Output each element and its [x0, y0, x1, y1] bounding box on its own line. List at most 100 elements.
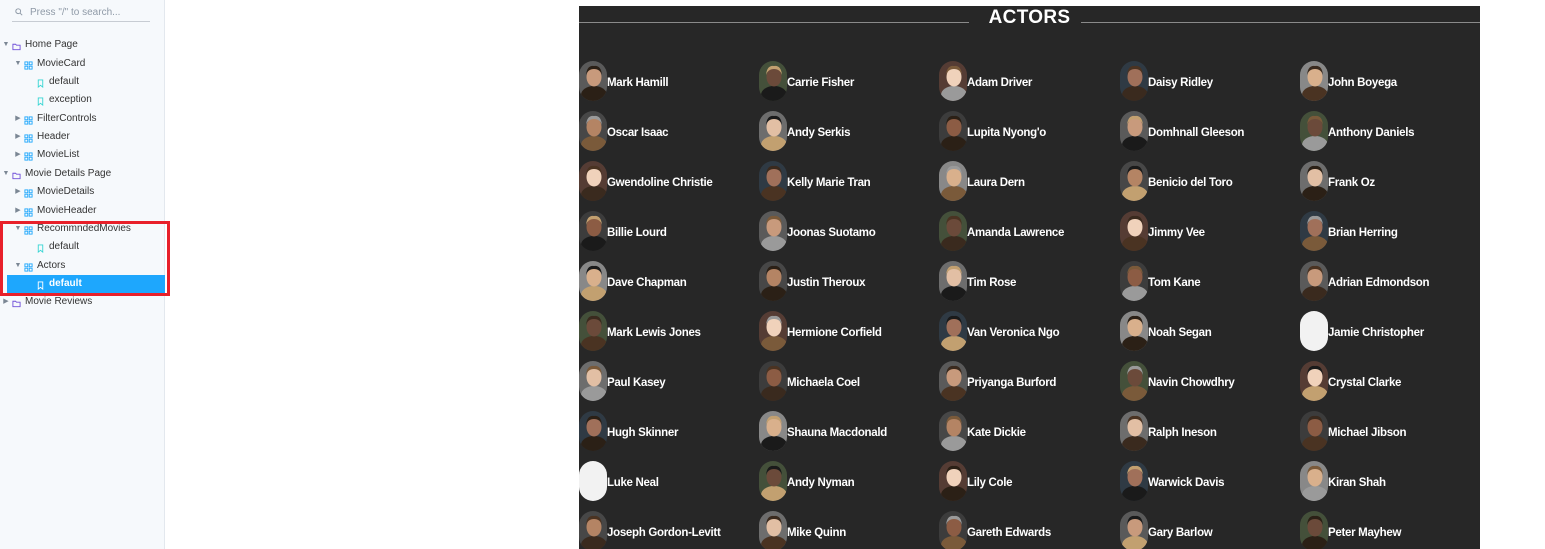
actor-name: Hermione Corfield: [787, 327, 882, 339]
sidebar-item-label: Movie Reviews: [25, 296, 93, 307]
actor-card[interactable]: Dave Chapman: [579, 261, 757, 301]
actor-card[interactable]: Mike Quinn: [759, 511, 937, 549]
actor-card[interactable]: Warwick Davis: [1120, 461, 1298, 501]
actor-card[interactable]: Paul Kasey: [579, 361, 757, 401]
actor-card[interactable]: Carrie Fisher: [759, 61, 937, 101]
chevron-right-icon[interactable]: ▶: [14, 183, 22, 201]
chevron-right-icon[interactable]: ▶: [14, 146, 22, 164]
actor-card[interactable]: Joseph Gordon-Levitt: [579, 511, 757, 549]
actor-card[interactable]: Kiran Shah: [1300, 461, 1478, 501]
actor-card[interactable]: Tom Kane: [1120, 261, 1298, 301]
chevron-down-icon[interactable]: ▼: [14, 257, 22, 275]
actor-card[interactable]: Mark Lewis Jones: [579, 311, 757, 351]
bookmark-icon: [36, 242, 45, 254]
sidebar-item-component[interactable]: ▼ RecommndedMovies: [0, 220, 165, 238]
sidebar-item-component[interactable]: ▼ MovieCard: [0, 55, 165, 73]
actor-card[interactable]: Michael Jibson: [1300, 411, 1478, 451]
actor-card[interactable]: Mark Hamill: [579, 61, 757, 101]
sidebar-item-component[interactable]: ▼ Actors: [0, 257, 165, 275]
actors-panel: ACTORS Mark Hamill Carrie Fisher Adam Driv…: [579, 6, 1480, 549]
actor-card[interactable]: Andy Serkis: [759, 111, 937, 151]
actor-card[interactable]: Ralph Ineson: [1120, 411, 1298, 451]
component-icon: [24, 59, 33, 70]
actor-name: Kate Dickie: [967, 427, 1026, 439]
actor-card[interactable]: Domhnall Gleeson: [1120, 111, 1298, 151]
actor-photo: [1300, 511, 1328, 549]
search-input[interactable]: [30, 5, 146, 20]
chevron-down-icon[interactable]: ▼: [2, 165, 10, 183]
actor-card[interactable]: Jimmy Vee: [1120, 211, 1298, 251]
actor-card[interactable]: Crystal Clarke: [1300, 361, 1478, 401]
chevron-down-icon[interactable]: ▼: [2, 36, 10, 54]
actor-card[interactable]: John Boyega: [1300, 61, 1478, 101]
sidebar-item-story[interactable]: default: [0, 238, 165, 256]
actor-card[interactable]: Benicio del Toro: [1120, 161, 1298, 201]
actor-card[interactable]: Anthony Daniels: [1300, 111, 1478, 151]
sidebar-item-story[interactable]: default: [0, 73, 165, 91]
actor-card[interactable]: Adam Driver: [939, 61, 1117, 101]
actor-card[interactable]: Joonas Suotamo: [759, 211, 937, 251]
actor-photo: [1300, 261, 1328, 301]
actor-card[interactable]: Priyanga Burford: [939, 361, 1117, 401]
actor-card[interactable]: Amanda Lawrence: [939, 211, 1117, 251]
component-icon: [24, 150, 33, 161]
sidebar-item-component[interactable]: ▶ Header: [0, 128, 165, 146]
actor-card[interactable]: Gwendoline Christie: [579, 161, 757, 201]
chevron-right-icon[interactable]: ▶: [14, 128, 22, 146]
actor-name: Amanda Lawrence: [967, 227, 1065, 239]
actor-card[interactable]: Peter Mayhew: [1300, 511, 1478, 549]
sidebar-item-component[interactable]: ▶ MovieHeader: [0, 202, 165, 220]
actor-card[interactable]: Kate Dickie: [939, 411, 1117, 451]
actor-photo: [939, 161, 967, 201]
chevron-right-icon[interactable]: ▶: [14, 202, 22, 220]
sidebar-item-component[interactable]: ▶ MovieDetails: [0, 183, 165, 201]
actor-card[interactable]: Billie Lourd: [579, 211, 757, 251]
actor-card[interactable]: Lupita Nyong'o: [939, 111, 1117, 151]
sidebar-item-component[interactable]: ▶ MovieList: [0, 146, 165, 164]
actor-card[interactable]: Oscar Isaac: [579, 111, 757, 151]
actor-card[interactable]: Hermione Corfield: [759, 311, 937, 351]
sidebar-item-folder[interactable]: ▼ Movie Details Page: [0, 165, 165, 183]
actor-name: Mark Hamill: [607, 77, 669, 89]
sidebar-item-story[interactable]: default: [7, 275, 165, 293]
sidebar-item-component[interactable]: ▶ FilterControls: [0, 110, 165, 128]
search-box: [12, 5, 150, 22]
bookmark-icon: [36, 77, 45, 89]
chevron-right-icon[interactable]: ▶: [14, 110, 22, 128]
actor-name: Gareth Edwards: [967, 527, 1051, 539]
actor-card[interactable]: Adrian Edmondson: [1300, 261, 1478, 301]
actor-card[interactable]: Jamie Christopher: [1300, 311, 1478, 351]
actor-name: Navin Chowdhry: [1148, 377, 1235, 389]
chevron-down-icon[interactable]: ▼: [14, 55, 22, 73]
sidebar-item-label: MovieList: [37, 149, 80, 160]
sidebar-item-story[interactable]: exception: [0, 91, 165, 109]
actor-photo: [1300, 461, 1328, 501]
actor-card[interactable]: Gary Barlow: [1120, 511, 1298, 549]
actor-card[interactable]: Shauna Macdonald: [759, 411, 937, 451]
actor-card[interactable]: Hugh Skinner: [579, 411, 757, 451]
actor-card[interactable]: Van Veronica Ngo: [939, 311, 1117, 351]
sidebar-item-folder[interactable]: ▼ Home Page: [0, 36, 165, 54]
actor-card[interactable]: Kelly Marie Tran: [759, 161, 937, 201]
component-icon: [24, 224, 33, 235]
actor-name: Tim Rose: [967, 277, 1017, 289]
actor-card[interactable]: Noah Segan: [1120, 311, 1298, 351]
actor-card[interactable]: Lily Cole: [939, 461, 1117, 501]
actor-card[interactable]: Andy Nyman: [759, 461, 937, 501]
actor-card[interactable]: Gareth Edwards: [939, 511, 1117, 549]
actor-name: Ralph Ineson: [1148, 427, 1217, 439]
actor-card[interactable]: Navin Chowdhry: [1120, 361, 1298, 401]
actor-card[interactable]: Laura Dern: [939, 161, 1117, 201]
actor-card[interactable]: Daisy Ridley: [1120, 61, 1298, 101]
actor-name: Andy Nyman: [787, 477, 855, 489]
actor-photo: [939, 61, 967, 101]
actor-card[interactable]: Brian Herring: [1300, 211, 1478, 251]
actor-card[interactable]: Frank Oz: [1300, 161, 1478, 201]
sidebar-item-folder[interactable]: ▶ Movie Reviews: [0, 293, 165, 311]
actor-card[interactable]: Justin Theroux: [759, 261, 937, 301]
actor-card[interactable]: Tim Rose: [939, 261, 1117, 301]
actor-card[interactable]: Michaela Coel: [759, 361, 937, 401]
actor-card[interactable]: Luke Neal: [579, 461, 757, 501]
chevron-down-icon[interactable]: ▼: [14, 220, 22, 238]
chevron-right-icon[interactable]: ▶: [2, 293, 10, 311]
